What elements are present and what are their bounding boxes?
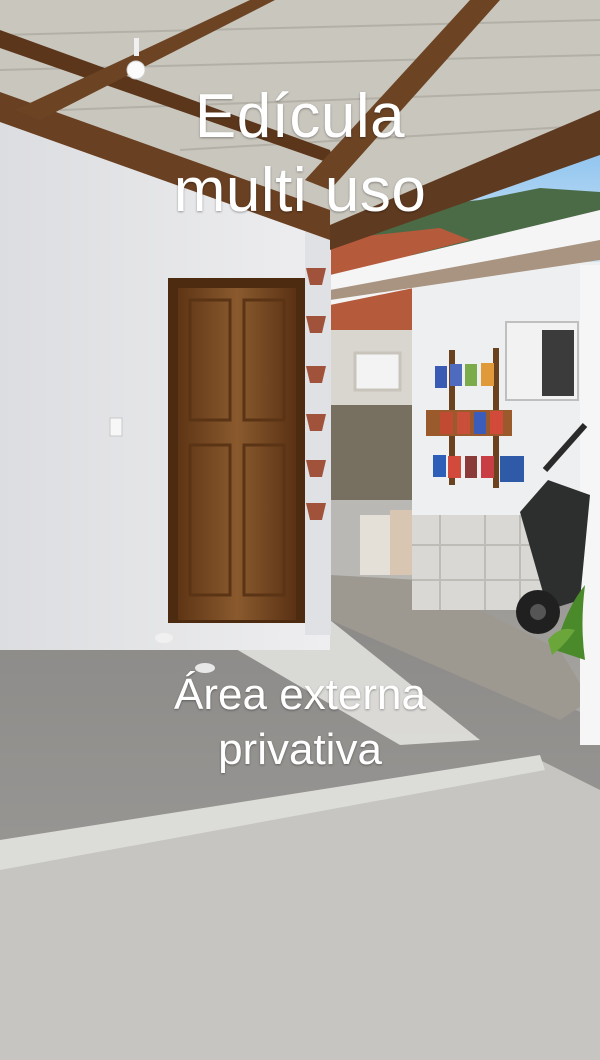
title-caption: Edícula multi uso (0, 80, 600, 228)
title-line-2: multi uso (173, 156, 427, 225)
light-switch (109, 417, 123, 437)
wooden-door[interactable] (178, 288, 296, 620)
stone-slab-2 (390, 510, 412, 575)
title-line-1: Edícula (194, 82, 406, 151)
photo-scene: Edícula multi uso Área externa privativa (0, 0, 600, 1060)
stone-slab (360, 515, 390, 575)
ac-fan (542, 330, 574, 396)
wall-corner (305, 230, 331, 635)
subtitle-line-2: privativa (218, 725, 382, 774)
neighbor-window (353, 351, 402, 392)
neighbor-wall (330, 405, 412, 500)
subtitle-caption: Área externa privativa (0, 667, 600, 777)
subtitle-line-1: Área externa (174, 670, 426, 719)
floor-object (155, 633, 173, 643)
